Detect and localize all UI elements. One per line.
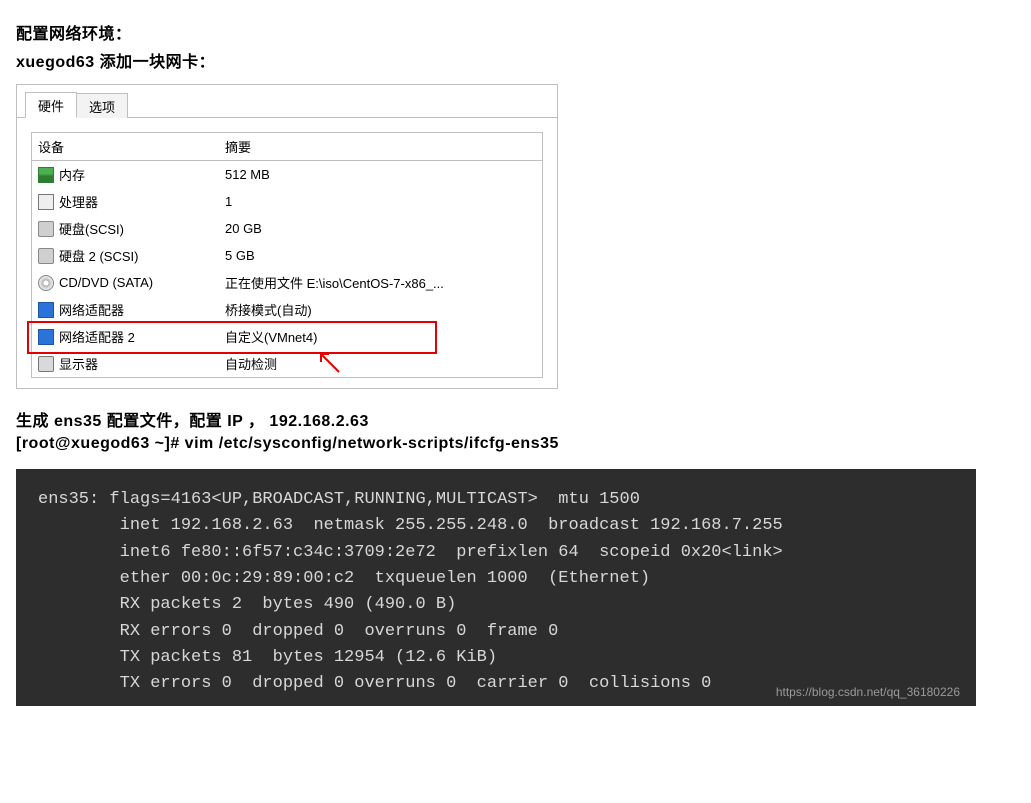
col-header-device: 设备 — [32, 133, 219, 160]
hardware-row[interactable]: 网络适配器 桥接模式(自动) — [32, 296, 542, 323]
mem-icon — [38, 167, 54, 183]
hdd-icon — [38, 221, 54, 237]
vm-hardware-panel: 硬件 选项 设备 摘要 内存512 MB处理器1硬盘(SCSI)20 GB硬盘 … — [16, 84, 558, 389]
tab-bar: 硬件 选项 — [17, 85, 557, 118]
device-cell: 处理器 — [32, 188, 219, 215]
hardware-row[interactable]: 处理器 1 — [32, 188, 542, 215]
device-summary: 桥接模式(自动) — [219, 296, 542, 323]
device-name: CD/DVD (SATA) — [59, 275, 153, 290]
device-summary: 20 GB — [219, 217, 542, 240]
device-name: 处理器 — [59, 192, 98, 211]
device-cell: CD/DVD (SATA) — [32, 271, 219, 295]
hardware-row[interactable]: 硬盘 2 (SCSI) 5 GB — [32, 242, 542, 269]
nic-icon — [38, 329, 54, 345]
device-name: 网络适配器 — [59, 300, 124, 319]
hardware-list-header: 设备 摘要 — [32, 133, 542, 161]
device-name: 显示器 — [59, 354, 98, 373]
hardware-row[interactable]: CD/DVD (SATA) 正在使用文件 E:\iso\CentOS-7-x86_… — [32, 269, 542, 296]
terminal-text: ens35: flags=4163<UP,BROADCAST,RUNNING,M… — [38, 490, 783, 693]
device-name: 内存 — [59, 165, 85, 184]
terminal-output: ens35: flags=4163<UP,BROADCAST,RUNNING,M… — [16, 469, 976, 706]
doc-line-2: xuegod63 添加一块网卡： — [16, 48, 1015, 72]
cd-icon — [38, 275, 54, 291]
doc-line-4: [root@xuegod63 ~]# vim /etc/sysconfig/ne… — [16, 435, 1015, 453]
disp-icon — [38, 356, 54, 372]
device-summary: 自定义(VMnet4) — [219, 323, 542, 350]
device-summary: 512 MB — [219, 163, 542, 186]
device-name: 硬盘(SCSI) — [59, 219, 124, 238]
device-cell: 硬盘(SCSI) — [32, 215, 219, 242]
doc-line-3: 生成 ens35 配置文件，配置 IP ， 192.168.2.63 — [16, 407, 1015, 431]
hardware-row[interactable]: 内存 512 MB — [32, 161, 542, 188]
device-cell: 网络适配器 2 — [32, 323, 219, 350]
hardware-row[interactable]: 显示器 自动检测 — [32, 350, 542, 377]
device-summary: 1 — [219, 190, 542, 213]
device-cell: 网络适配器 — [32, 296, 219, 323]
hardware-list: 设备 摘要 内存512 MB处理器1硬盘(SCSI)20 GB硬盘 2 (SCS… — [31, 132, 543, 378]
tab-options[interactable]: 选项 — [76, 93, 128, 118]
device-cell: 硬盘 2 (SCSI) — [32, 242, 219, 269]
cpu-icon — [38, 194, 54, 210]
device-summary: 正在使用文件 E:\iso\CentOS-7-x86_... — [219, 269, 542, 296]
hardware-row[interactable]: 网络适配器 2 自定义(VMnet4) — [32, 323, 542, 350]
col-header-summary: 摘要 — [219, 133, 542, 160]
device-summary: 5 GB — [219, 244, 542, 267]
hardware-row[interactable]: 硬盘(SCSI) 20 GB — [32, 215, 542, 242]
doc-line-1: 配置网络环境： — [16, 20, 1015, 44]
tab-hardware[interactable]: 硬件 — [25, 92, 77, 118]
hdd-icon — [38, 248, 54, 264]
watermark: https://blog.csdn.net/qq_36180226 — [776, 683, 960, 702]
device-name: 硬盘 2 (SCSI) — [59, 246, 138, 265]
device-summary: 自动检测 — [219, 350, 542, 377]
device-cell: 内存 — [32, 161, 219, 188]
device-cell: 显示器 — [32, 350, 219, 377]
nic-icon — [38, 302, 54, 318]
device-name: 网络适配器 2 — [59, 327, 135, 346]
